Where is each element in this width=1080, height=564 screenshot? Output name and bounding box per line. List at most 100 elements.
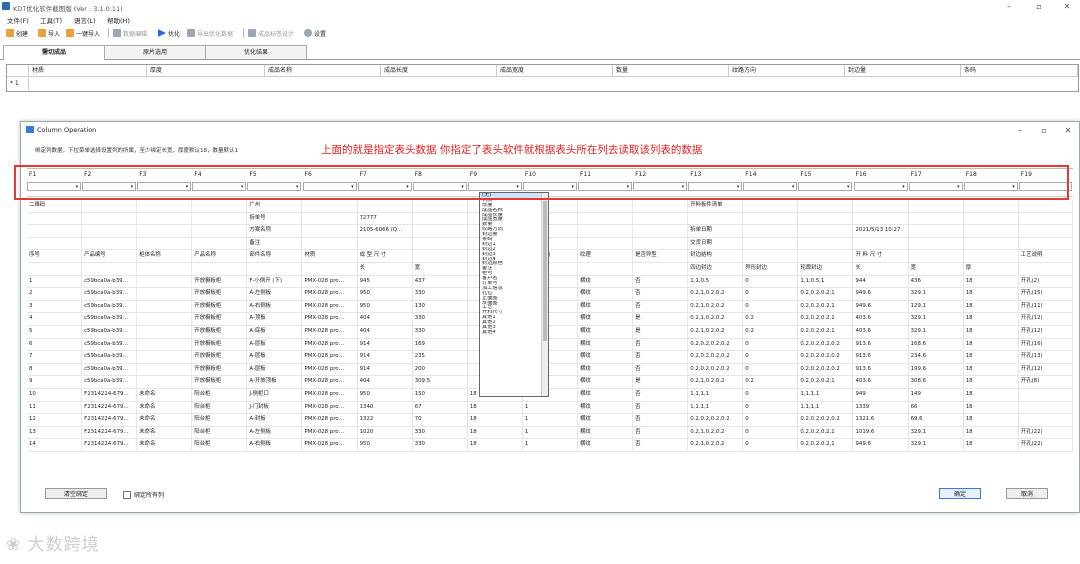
table-cell[interactable]: F-小侧开 (下) bbox=[247, 275, 303, 288]
table-cell[interactable]: 横纹 bbox=[578, 363, 634, 376]
table-cell[interactable]: 开放橱板柜 bbox=[192, 275, 248, 288]
table-cell[interactable]: 3 bbox=[27, 300, 83, 313]
dialog-close-icon[interactable]: ✕ bbox=[1061, 125, 1075, 136]
table-cell[interactable] bbox=[633, 237, 689, 250]
col-length[interactable]: 成品长度 bbox=[381, 65, 497, 77]
table-row[interactable]: 备注 交货日期 bbox=[27, 237, 1073, 251]
table-cell[interactable]: A-左侧板 bbox=[247, 426, 303, 439]
table-cell[interactable]: 长 bbox=[358, 263, 413, 275]
table-cell[interactable]: 0.2,1,0.2,0.2 bbox=[688, 326, 744, 338]
table-cell[interactable]: PMX-028 pro… bbox=[303, 414, 358, 426]
table-cell[interactable] bbox=[909, 250, 964, 262]
table-cell[interactable]: 备注 bbox=[247, 237, 303, 250]
col-part-name[interactable]: 成品名称 bbox=[265, 65, 381, 77]
table-cell[interactable]: A-层板 bbox=[247, 351, 303, 363]
table-cell[interactable]: 0.2,0.2,0.2,0.2 bbox=[688, 351, 744, 363]
table-cell[interactable]: 开放橱板柜 bbox=[192, 376, 248, 388]
table-cell[interactable]: 1322 bbox=[358, 414, 413, 426]
table-cell[interactable]: F2314224-679… bbox=[82, 389, 138, 401]
table-cell[interactable]: J-门封板 bbox=[247, 401, 303, 414]
col-material[interactable]: 材质 bbox=[29, 65, 147, 77]
dropdown-option[interactable]: 其他4 bbox=[480, 330, 548, 335]
table-cell[interactable]: 950 bbox=[358, 439, 413, 451]
table-cell[interactable]: 开放橱板柜 bbox=[192, 351, 248, 363]
table-cell[interactable] bbox=[192, 212, 248, 225]
table-cell[interactable]: 4 bbox=[27, 313, 83, 325]
table-cell[interactable]: 0.2,0.2,0.2,1 bbox=[798, 300, 854, 313]
table-cell[interactable]: 10 bbox=[27, 389, 83, 401]
table-cell[interactable]: 2 bbox=[27, 288, 83, 300]
import-all-button[interactable]: 一键导入 bbox=[66, 28, 100, 38]
col-thickness[interactable]: 厚度 bbox=[147, 65, 265, 77]
table-cell[interactable]: 1019.6 bbox=[854, 426, 909, 439]
table-cell[interactable]: 工艺说明 bbox=[1019, 250, 1073, 262]
table-cell[interactable]: 横纹 bbox=[578, 426, 634, 439]
table-cell[interactable] bbox=[82, 237, 138, 250]
table-cell[interactable]: c59bca0a-b39… bbox=[82, 275, 138, 288]
table-cell[interactable] bbox=[798, 237, 854, 250]
table-cell[interactable]: 404 bbox=[358, 326, 413, 338]
import-button[interactable]: 导入 bbox=[38, 28, 60, 38]
table-cell[interactable]: 否 bbox=[633, 300, 689, 313]
table-cell[interactable]: PMX-028 pro… bbox=[303, 313, 358, 325]
table-row[interactable]: 12 F2314224-679… 未命名 阳台柜 A-封板 PMX-028 pro… 132… bbox=[27, 414, 1073, 427]
table-cell[interactable]: 1,1,1,1 bbox=[798, 389, 854, 401]
table-cell[interactable]: 阳台柜 bbox=[192, 426, 248, 439]
table-cell[interactable]: 1340 bbox=[358, 401, 413, 414]
table-cell[interactable]: 开孔(11) bbox=[1019, 300, 1073, 313]
table-cell[interactable]: 1 bbox=[27, 275, 83, 288]
table-cell[interactable]: 18 bbox=[964, 439, 1019, 451]
table-cell[interactable]: 横纹 bbox=[578, 414, 634, 426]
table-cell[interactable]: 阳台柜 bbox=[192, 439, 248, 451]
table-cell[interactable]: 330 bbox=[413, 439, 468, 451]
table-cell[interactable]: 阳台柜 bbox=[192, 414, 248, 426]
table-cell[interactable]: 67 bbox=[413, 401, 468, 414]
table-cell[interactable]: 0.2 bbox=[743, 376, 799, 388]
table-cell[interactable] bbox=[1019, 237, 1073, 250]
table-cell[interactable]: 403.6 bbox=[854, 376, 909, 388]
table-cell[interactable] bbox=[303, 263, 358, 275]
table-cell[interactable]: 330 bbox=[413, 313, 468, 325]
table-cell[interactable]: 18 bbox=[468, 426, 523, 439]
table-cell[interactable] bbox=[688, 212, 744, 225]
table-cell[interactable]: 0.2,0.2,0.2,1 bbox=[798, 288, 854, 300]
bind-all-checkbox[interactable]: 绑定所有列 bbox=[123, 490, 164, 499]
table-cell[interactable] bbox=[192, 225, 248, 237]
table-cell[interactable]: c59bca0a-b39… bbox=[82, 338, 138, 351]
table-cell[interactable]: 11 bbox=[27, 401, 83, 414]
table-cell[interactable]: 长 bbox=[854, 263, 909, 275]
table-cell[interactable]: 拆单日期 bbox=[688, 225, 744, 237]
table-cell[interactable]: 913.6 bbox=[854, 351, 909, 363]
table-cell[interactable]: 1,1,1,1 bbox=[798, 401, 854, 414]
table-cell[interactable]: 厚 bbox=[964, 263, 1019, 275]
table-cell[interactable]: 开 料 尺 寸 bbox=[854, 250, 909, 262]
table-cell[interactable]: 产品编号 bbox=[82, 250, 138, 262]
table-cell[interactable]: 0.2 bbox=[743, 313, 799, 325]
table-cell[interactable]: 0 bbox=[743, 439, 799, 451]
tab-result[interactable]: 优化结果 bbox=[205, 45, 307, 59]
table-cell[interactable]: 913.6 bbox=[854, 363, 909, 376]
table-cell[interactable]: 序号 bbox=[27, 250, 83, 262]
table-cell[interactable]: 交货日期 bbox=[688, 237, 744, 250]
minimize-icon[interactable]: – bbox=[1002, 1, 1016, 12]
table-cell[interactable] bbox=[1019, 200, 1073, 212]
table-cell[interactable] bbox=[137, 376, 193, 388]
table-cell[interactable]: 广州 bbox=[247, 200, 303, 212]
table-cell[interactable]: 材质 bbox=[303, 250, 358, 262]
table-cell[interactable]: 18 bbox=[964, 351, 1019, 363]
table-cell[interactable]: 四边封边 bbox=[688, 263, 744, 275]
table-cell[interactable]: A-开放顶板 bbox=[247, 376, 303, 388]
maximize-icon[interactable]: ▫ bbox=[1032, 1, 1046, 12]
table-row[interactable]: 4 c59bca0a-b39… 开放橱板柜 A-顶板 PMX-028 pro… 404 33… bbox=[27, 313, 1073, 326]
menu-file[interactable]: 文件(F) bbox=[7, 15, 29, 25]
table-cell[interactable]: 0 bbox=[743, 426, 799, 439]
table-row[interactable]: 序号产品编号柜体名称产品名称部件名称材质成 型 尺 寸料数量(块)纹理是否异型封… bbox=[27, 250, 1073, 263]
table-cell[interactable]: 0.2,1,0.2,0.2 bbox=[688, 313, 744, 325]
table-cell[interactable]: 开孔(2) bbox=[1019, 275, 1073, 288]
table-cell[interactable]: 宽 bbox=[909, 263, 964, 275]
table-cell[interactable]: F2314224-679… bbox=[82, 414, 138, 426]
table-cell[interactable]: 0.2,0.2,0.2,0.2 bbox=[688, 338, 744, 351]
table-cell[interactable]: PMX-028 pro… bbox=[303, 300, 358, 313]
table-cell[interactable] bbox=[578, 212, 634, 225]
table-cell[interactable] bbox=[578, 200, 634, 212]
